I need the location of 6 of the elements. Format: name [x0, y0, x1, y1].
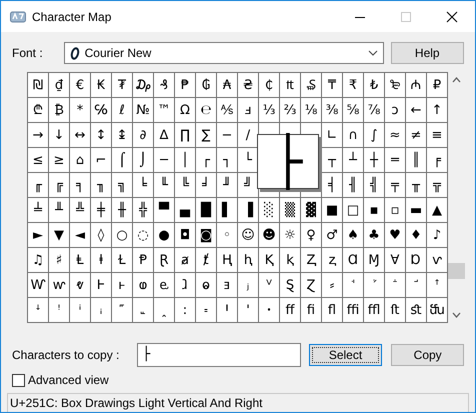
copy-label: Characters to copy : — [12, 347, 120, 364]
advanced-view-label: Advanced view — [28, 372, 109, 389]
magnified-character-tooltip: ├ — [257, 134, 319, 189]
font-label: Font : — [12, 45, 44, 62]
status-bar: U+251C: Box Drawings Light Vertical And Right — [7, 393, 469, 412]
window-title: Character Map — [32, 8, 112, 26]
